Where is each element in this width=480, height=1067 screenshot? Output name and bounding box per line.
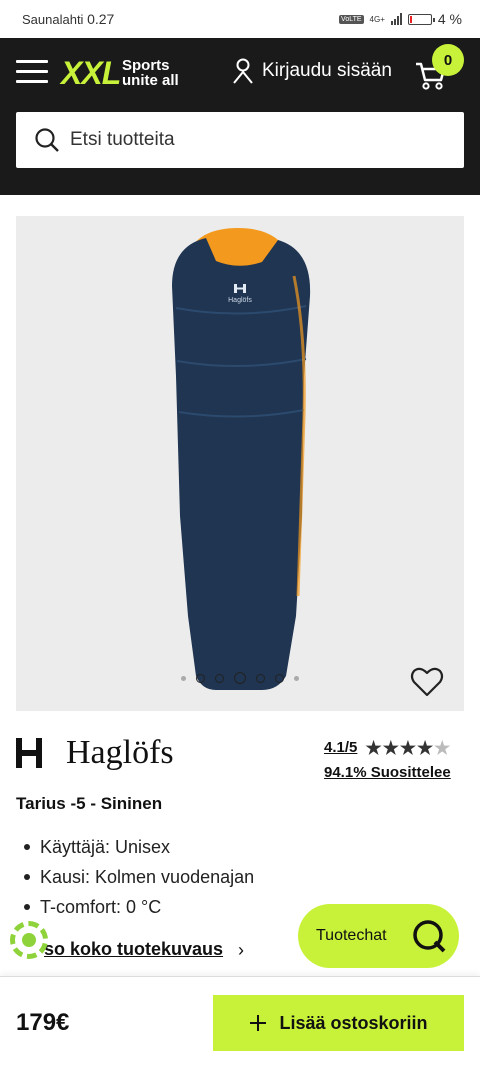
add-to-cart-button[interactable]: Lisää ostoskoriin bbox=[213, 995, 464, 1051]
favorite-heart-icon[interactable] bbox=[410, 666, 444, 698]
rating-stars: ★ ★ ★ ★ ★ bbox=[366, 739, 451, 757]
carrier-name: Saunalahti bbox=[22, 12, 84, 27]
search-placeholder: Etsi tuotteita bbox=[70, 129, 175, 150]
add-to-cart-label: Lisää ostoskoriin bbox=[279, 1012, 428, 1033]
search-icon bbox=[35, 128, 59, 152]
user-icon bbox=[233, 58, 253, 84]
sleeping-bag-image: Haglöfs bbox=[172, 228, 311, 690]
bag-brand-mark: Haglöfs bbox=[228, 297, 252, 304]
product-title: Tarius -5 - Sininen bbox=[16, 794, 163, 813]
pagination-dot[interactable] bbox=[181, 675, 186, 681]
spec-item: Kausi: Kolmen vuodenajan bbox=[24, 862, 254, 892]
network-type: 4G+ bbox=[369, 14, 385, 24]
battery-percent: 4 % bbox=[437, 11, 462, 27]
pagination-dot[interactable] bbox=[256, 673, 265, 683]
pagination-dot[interactable] bbox=[275, 673, 284, 683]
battery-icon bbox=[407, 13, 435, 25]
tuotechat-label: Tuotechat bbox=[316, 927, 387, 944]
spec-list: Käyttäjä: Unisex Kausi: Kolmen vuodenaja… bbox=[24, 832, 254, 922]
brand-name: Haglöfs bbox=[66, 734, 174, 771]
pagination-dot[interactable] bbox=[234, 672, 246, 684]
star-icon: ★ bbox=[365, 738, 382, 758]
star-icon: ★ bbox=[434, 738, 451, 758]
xxl-logo[interactable]: XXL bbox=[61, 55, 121, 92]
login-button[interactable]: Kirjaudu sisään bbox=[232, 58, 392, 84]
logo-tagline: Sports unite all bbox=[122, 58, 179, 88]
purchase-bar: 179€ Lisää ostoskoriin bbox=[0, 976, 480, 1067]
star-icon: ★ bbox=[399, 738, 416, 758]
signal-icon bbox=[390, 13, 402, 25]
tagline-line-1: Sports bbox=[122, 57, 170, 74]
status-bar: Saunalahti 0.27 VoLTE 4G+ 4 % bbox=[0, 0, 480, 38]
plus-icon bbox=[250, 1015, 267, 1031]
tuotechat-button[interactable]: Tuotechat bbox=[298, 904, 459, 968]
search-input[interactable]: Etsi tuotteita bbox=[16, 112, 464, 168]
login-label: Kirjaudu sisään bbox=[262, 60, 392, 81]
rating[interactable]: 4.1/5 ★ ★ ★ ★ ★ bbox=[324, 739, 450, 757]
chat-q-icon bbox=[413, 920, 446, 953]
tagline-line-2: unite all bbox=[122, 72, 179, 89]
spec-item: T-comfort: 0 °C bbox=[24, 892, 254, 922]
cart-count-badge[interactable]: 0 bbox=[432, 44, 464, 76]
network-speed: 0.27 bbox=[87, 11, 115, 27]
full-description-link[interactable]: so koko tuotekuvaus bbox=[44, 939, 223, 960]
site-header: XXL Sports unite all Kirjaudu sisään 0 E… bbox=[0, 38, 480, 195]
chat-widget-icon[interactable] bbox=[10, 921, 48, 959]
carrier-info: Saunalahti 0.27 bbox=[22, 11, 339, 27]
gallery-pagination bbox=[16, 672, 464, 684]
pagination-dot[interactable] bbox=[294, 675, 299, 681]
recommend-link[interactable]: 94.1% Suosittelee bbox=[324, 764, 451, 781]
rating-score: 4.1/5 bbox=[324, 739, 358, 756]
menu-icon[interactable] bbox=[16, 60, 48, 84]
chevron-right-icon[interactable]: › bbox=[238, 940, 244, 961]
haglofs-h-icon bbox=[16, 738, 42, 768]
pagination-dot[interactable] bbox=[196, 673, 205, 683]
spec-item: Käyttäjä: Unisex bbox=[24, 832, 254, 862]
pagination-dot[interactable] bbox=[215, 673, 224, 683]
volte-icon: VoLTE bbox=[339, 14, 364, 24]
brand-logo[interactable]: Haglöfs bbox=[16, 734, 174, 772]
star-icon: ★ bbox=[416, 738, 434, 758]
star-icon: ★ bbox=[382, 738, 399, 758]
product-image-gallery[interactable]: Haglöfs bbox=[16, 216, 464, 711]
price: 179€ bbox=[16, 1009, 70, 1036]
